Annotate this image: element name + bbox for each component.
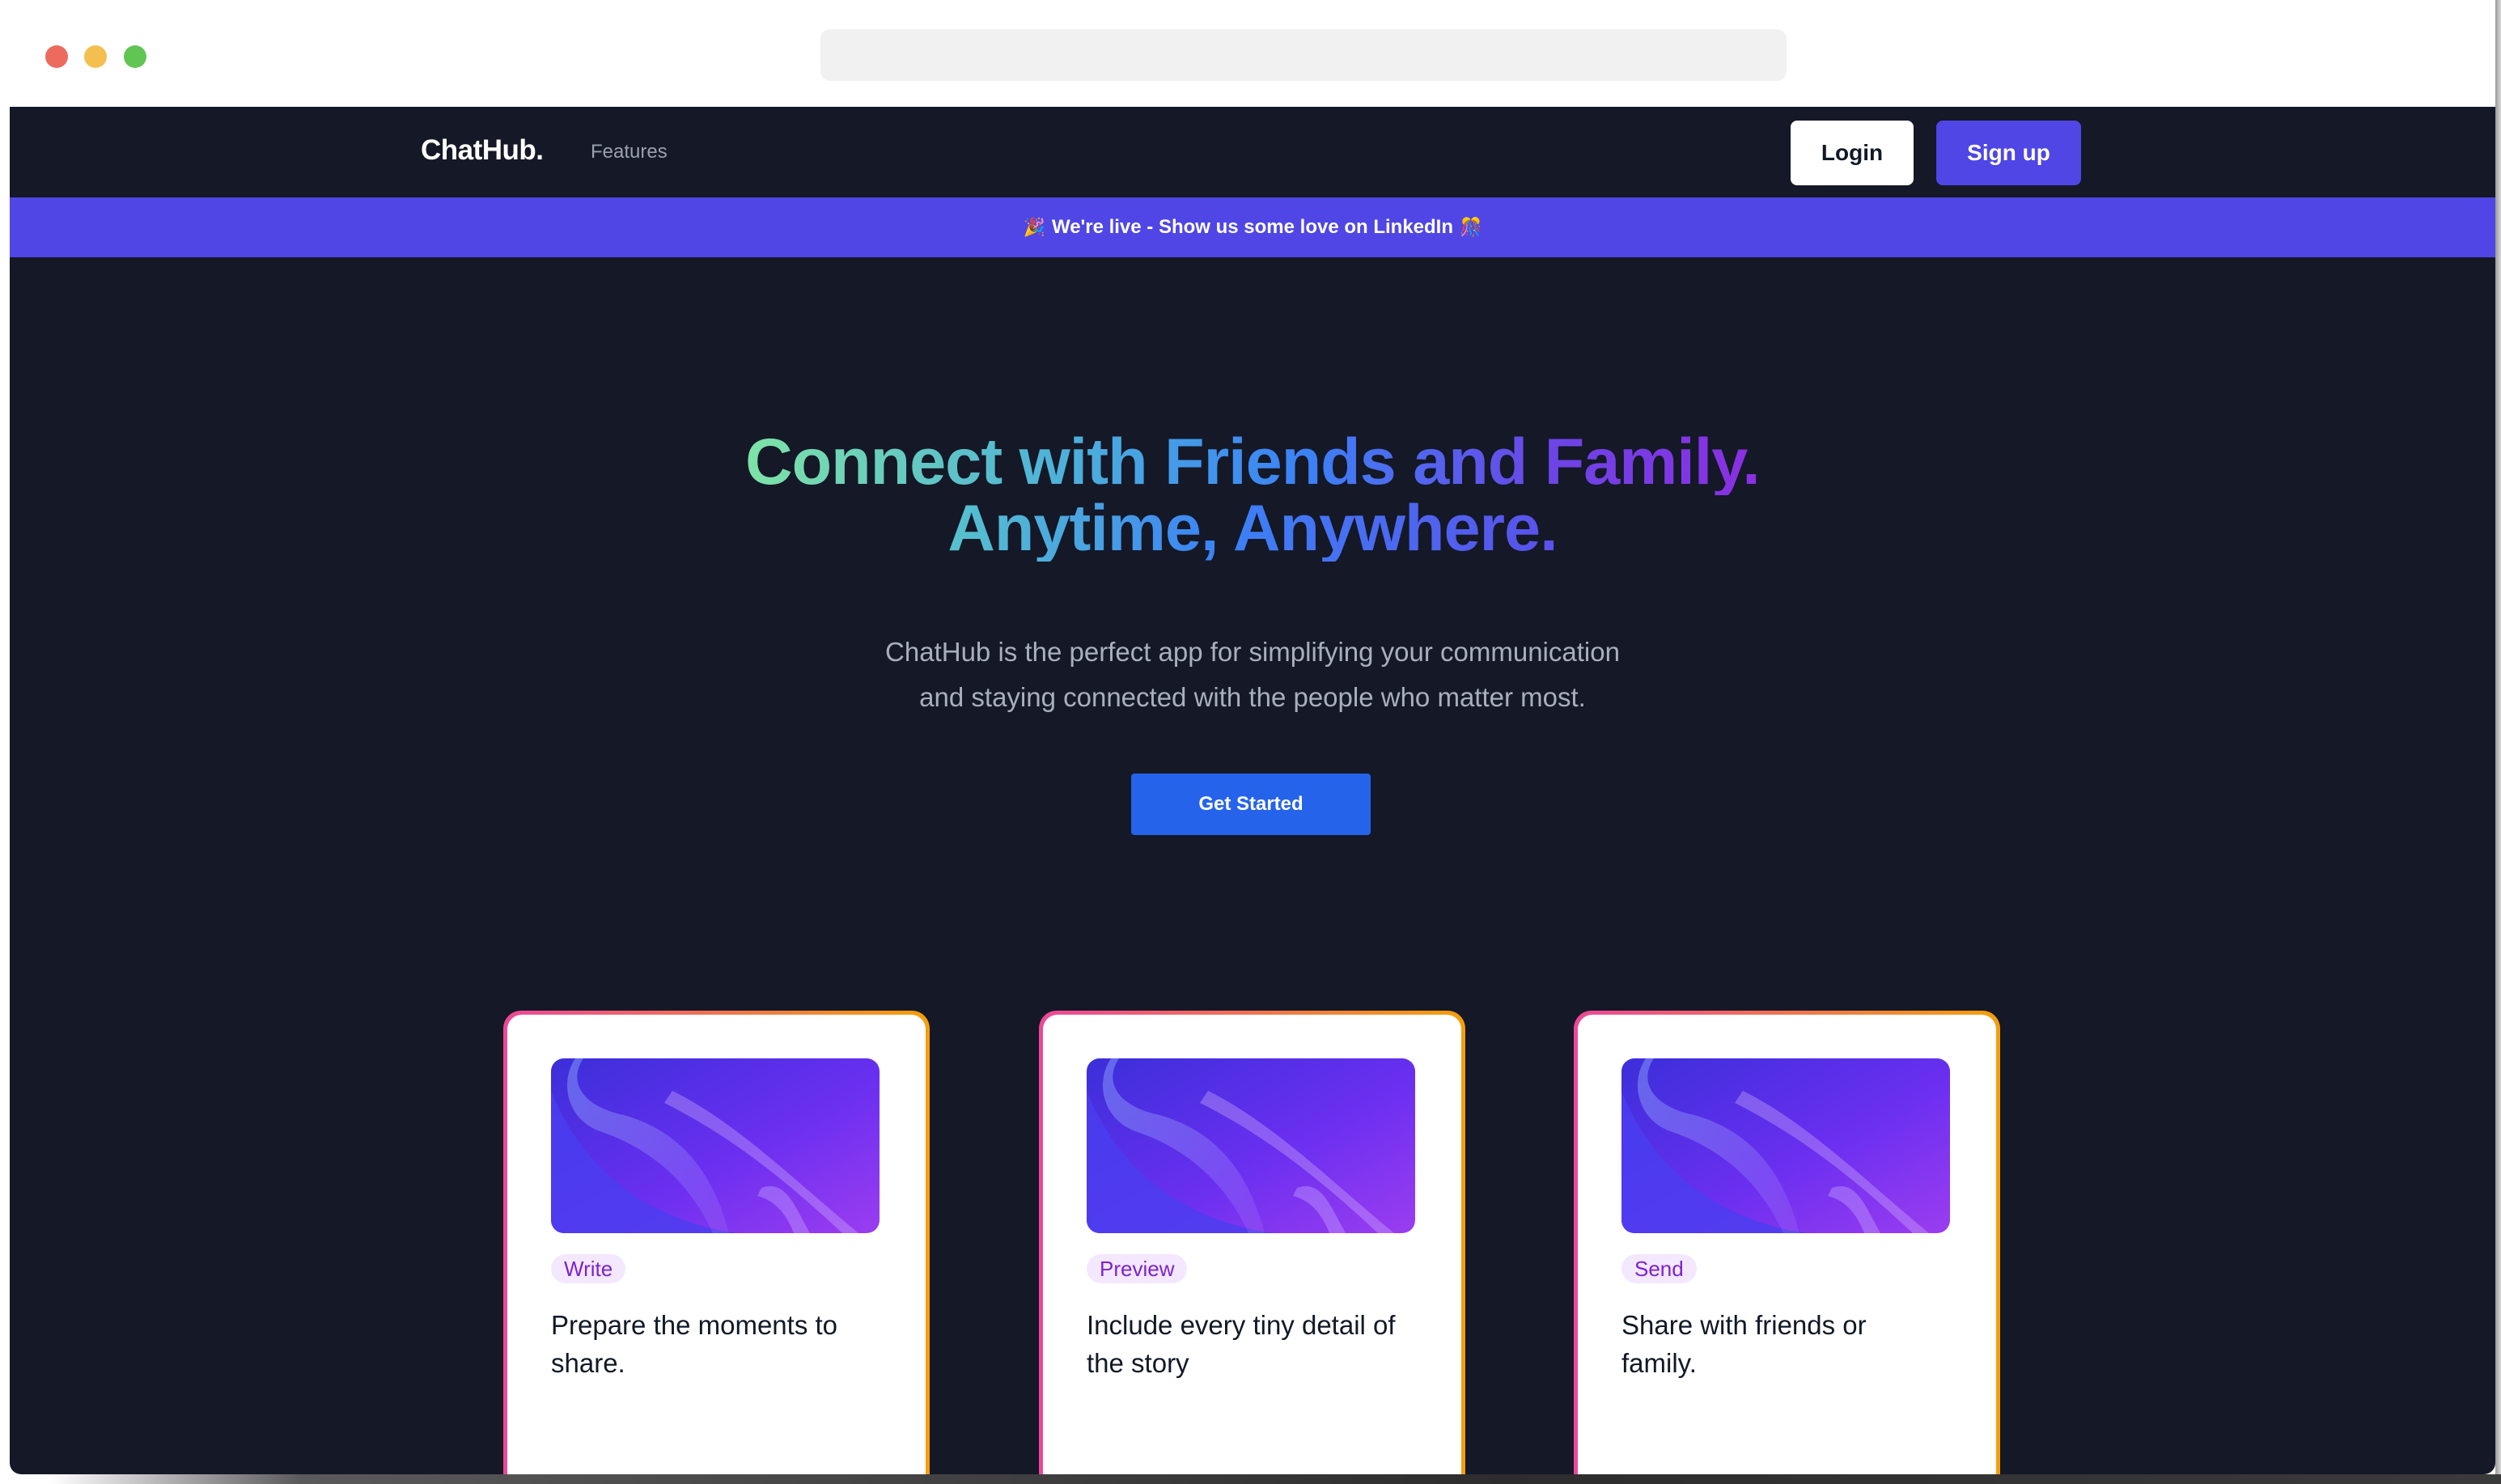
feature-card-send[interactable]: Send Share with friends or family. [1574,1011,2000,1474]
navbar: ChatHub. Features Login Sign up [10,107,2495,197]
window-edge [2495,0,2501,1484]
browser-chrome [0,0,2501,107]
card-image [551,1058,880,1233]
card-description: Share with friends or family. [1621,1310,1867,1378]
get-started-button[interactable]: Get Started [1131,774,1371,835]
announcement-text[interactable]: We're live - Show us some love on Linked… [1052,216,1453,239]
hero-subtitle: ChatHub is the perfect app for simplifyi… [10,630,2495,720]
hero-title-line1: Connect with Friends and Family. [745,426,1761,498]
card-tag: Send [1621,1254,1697,1283]
page-viewport: ChatHub. Features Login Sign up 🎉 We're … [10,107,2495,1474]
announcement-banner[interactable]: 🎉 We're live - Show us some love on Link… [10,197,2495,257]
hero-title: Connect with Friends and Family. Anytime… [10,429,2495,562]
hero-subtitle-line1: ChatHub is the perfect app for simplifyi… [885,637,1620,667]
party-popper-icon: 🎉 [1023,217,1045,237]
card-image [1087,1058,1415,1233]
signup-button[interactable]: Sign up [1936,121,2081,185]
hero-subtitle-line2: and staying connected with the people wh… [919,682,1586,712]
card-tag: Preview [1087,1254,1188,1283]
confetti-ball-icon: 🎊 [1460,217,1482,237]
brand-logo[interactable]: ChatHub. [421,134,544,167]
close-window-icon[interactable] [45,45,68,68]
feature-card-write[interactable]: Write Prepare the moments to share. [503,1011,930,1474]
maximize-window-icon[interactable] [124,45,146,68]
nav-link-features[interactable]: Features [591,141,668,163]
window-shadow [0,1474,2501,1484]
card-description: Include every tiny detail of the story [1087,1310,1396,1378]
card-tag: Write [551,1254,626,1283]
feature-card-preview[interactable]: Preview Include every tiny detail of the… [1039,1011,1465,1474]
card-description: Prepare the moments to share. [551,1310,838,1378]
address-bar[interactable] [820,29,1787,81]
login-button[interactable]: Login [1791,121,1914,185]
hero-title-line2: Anytime, Anywhere. [947,492,1558,565]
card-image [1621,1058,1950,1233]
minimize-window-icon[interactable] [84,45,107,68]
